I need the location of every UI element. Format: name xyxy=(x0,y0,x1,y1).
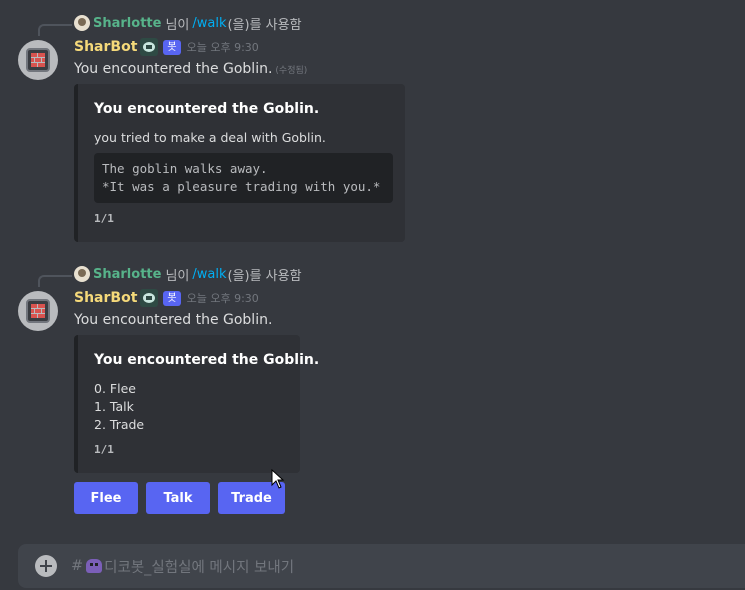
reply-username[interactable]: Sharlotte xyxy=(93,16,161,31)
mouse-cursor-icon xyxy=(271,469,285,489)
user-mini-avatar[interactable] xyxy=(74,266,90,282)
code-block: The goblin walks away. *It was a pleasur… xyxy=(94,153,393,203)
option-item: 2. Trade xyxy=(94,417,145,432)
embed: You encountered the Goblin. you tried to… xyxy=(74,84,405,242)
bot-tag: 봇 xyxy=(163,290,181,306)
reply-pre: 님이 xyxy=(165,268,190,284)
bot-avatar[interactable] xyxy=(18,40,58,80)
brick-icon xyxy=(31,304,45,318)
message-input[interactable]: # 디코봇_실험실에 메시지 보내기 xyxy=(71,556,294,577)
author-name[interactable]: SharBot xyxy=(74,39,137,55)
embed-description: you tried to make a deal with Goblin. xyxy=(94,130,326,145)
message-input-placeholder: 디코봇_실험실에 메시지 보내기 xyxy=(104,559,295,576)
embed-title: You encountered the Goblin. xyxy=(94,352,320,368)
reply-connector xyxy=(38,24,72,36)
alien-emoji-icon xyxy=(86,559,103,573)
brick-icon xyxy=(31,53,45,67)
option-item: 1. Talk xyxy=(94,399,134,414)
message-content: You encountered the Goblin. (수정됨) xyxy=(74,61,307,77)
message-text: You encountered the Goblin. xyxy=(74,312,273,328)
timestamp[interactable]: 오늘 오후 9:30 xyxy=(187,290,259,306)
reply-post: (을)를 사용함 xyxy=(227,268,302,284)
bot-tag: 봇 xyxy=(163,39,181,55)
embed-footer: 1/1 xyxy=(94,443,114,456)
embed-title: You encountered the Goblin. xyxy=(94,101,320,117)
message-content: You encountered the Goblin. xyxy=(74,312,272,328)
reply-username[interactable]: Sharlotte xyxy=(93,267,161,282)
user-mini-avatar[interactable] xyxy=(74,15,90,31)
message-header: SharBot 봇 오늘 오후 9:30 xyxy=(74,38,259,56)
reply-command[interactable]: /walk xyxy=(192,267,226,282)
embed-footer: 1/1 xyxy=(94,212,114,225)
bot-avatar[interactable] xyxy=(18,291,58,331)
reply-connector xyxy=(38,275,72,287)
message-header: SharBot 봇 오늘 오후 9:30 xyxy=(74,289,259,307)
code-line: *It was a pleasure trading with you.* xyxy=(102,179,381,194)
flee-button[interactable]: Flee xyxy=(74,482,138,514)
add-attachment-icon[interactable] xyxy=(35,555,57,577)
timestamp[interactable]: 오늘 오후 9:30 xyxy=(187,39,259,55)
author-name[interactable]: SharBot xyxy=(74,290,137,306)
code-line: The goblin walks away. xyxy=(102,161,268,176)
option-item: 0. Flee xyxy=(94,381,136,396)
reply-command[interactable]: /walk xyxy=(192,16,226,31)
message-text: You encountered the Goblin. xyxy=(74,61,273,77)
embed: You encountered the Goblin. 0. Flee 1. T… xyxy=(74,335,319,473)
edited-label: (수정됨) xyxy=(275,66,308,76)
talk-button[interactable]: Talk xyxy=(146,482,210,514)
message-composer[interactable]: # 디코봇_실험실에 메시지 보내기 xyxy=(18,544,745,588)
reply-reference[interactable]: Sharlotte 님이 /walk (을)를 사용함 xyxy=(74,14,302,33)
reply-pre: 님이 xyxy=(165,17,190,33)
reply-reference[interactable]: Sharlotte 님이 /walk (을)를 사용함 xyxy=(74,265,302,284)
channel-hash: # xyxy=(71,558,84,574)
embed-options: 0. Flee 1. Talk 2. Trade xyxy=(94,380,144,434)
reply-post: (을)를 사용함 xyxy=(227,17,302,33)
author-badge-icon xyxy=(140,289,159,307)
author-badge-icon xyxy=(140,38,159,56)
